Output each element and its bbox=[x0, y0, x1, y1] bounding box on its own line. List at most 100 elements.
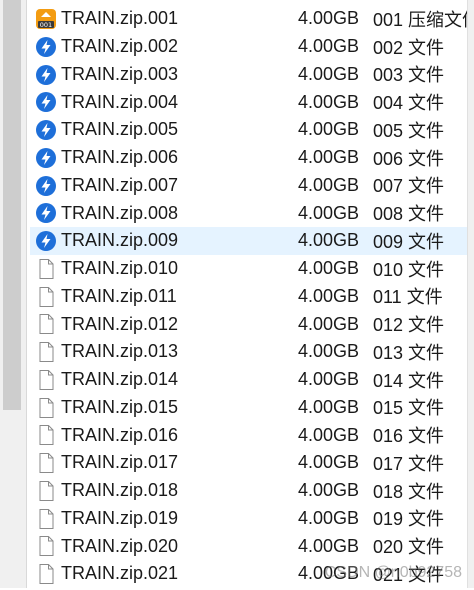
file-type: 016 文件 bbox=[373, 426, 445, 447]
file-name: TRAIN.zip.016 bbox=[61, 424, 179, 445]
blue-app-icon bbox=[35, 91, 57, 113]
file-size: 4.00GB bbox=[298, 424, 360, 445]
file-type: 010 文件 bbox=[373, 259, 445, 280]
blank-file-icon bbox=[35, 369, 57, 391]
file-name: TRAIN.zip.002 bbox=[61, 36, 179, 57]
blank-file-icon bbox=[35, 563, 57, 585]
blank-file-icon bbox=[35, 397, 57, 419]
blank-file-icon bbox=[35, 258, 57, 280]
file-type: 020 文件 bbox=[373, 537, 445, 558]
file-size: 4.00GB bbox=[298, 480, 360, 501]
file-type: 009 文件 bbox=[373, 231, 445, 252]
file-type: 013 文件 bbox=[373, 342, 445, 363]
file-size: 4.00GB bbox=[298, 63, 360, 84]
file-name: TRAIN.zip.006 bbox=[61, 147, 179, 168]
blue-app-icon bbox=[35, 175, 57, 197]
blank-file-icon bbox=[35, 480, 57, 502]
blue-app-icon bbox=[35, 230, 57, 252]
blank-file-icon bbox=[35, 508, 57, 530]
file-row[interactable]: TRAIN.zip.020 4.00GB 020 文件 bbox=[30, 532, 468, 560]
file-size: 4.00GB bbox=[298, 369, 360, 390]
file-type: 001 压缩文件 bbox=[373, 9, 468, 30]
file-name: TRAIN.zip.001 bbox=[61, 8, 179, 29]
file-size: 4.00GB bbox=[298, 285, 360, 306]
file-size: 4.00GB bbox=[298, 230, 360, 251]
file-row[interactable]: TRAIN.zip.016 4.00GB 016 文件 bbox=[30, 421, 468, 449]
left-pane-scrollbar[interactable] bbox=[0, 0, 27, 588]
file-type: 002 文件 bbox=[373, 37, 445, 58]
file-name: TRAIN.zip.021 bbox=[61, 563, 179, 584]
file-size: 4.00GB bbox=[298, 91, 360, 112]
file-name: TRAIN.zip.018 bbox=[61, 480, 179, 501]
file-name: TRAIN.zip.014 bbox=[61, 369, 179, 390]
file-row[interactable]: TRAIN.zip.018 4.00GB 018 文件 bbox=[30, 477, 468, 505]
file-row[interactable]: TRAIN.zip.015 4.00GB 015 文件 bbox=[30, 394, 468, 422]
file-row[interactable]: TRAIN.zip.008 4.00GB 008 文件 bbox=[30, 199, 468, 227]
file-name: TRAIN.zip.008 bbox=[61, 202, 179, 223]
archive-badge-label: 001 bbox=[40, 21, 52, 29]
file-size: 4.00GB bbox=[298, 119, 360, 140]
file-row[interactable]: TRAIN.zip.006 4.00GB 006 文件 bbox=[30, 144, 468, 172]
file-type: 003 文件 bbox=[373, 65, 445, 86]
file-size: 4.00GB bbox=[298, 147, 360, 168]
blue-app-icon bbox=[35, 36, 57, 58]
file-row[interactable]: TRAIN.zip.013 4.00GB 013 文件 bbox=[30, 338, 468, 366]
file-row[interactable]: TRAIN.zip.017 4.00GB 017 文件 bbox=[30, 449, 468, 477]
file-name: TRAIN.zip.013 bbox=[61, 341, 179, 362]
file-name: TRAIN.zip.015 bbox=[61, 396, 179, 417]
file-size: 4.00GB bbox=[298, 202, 360, 223]
blank-file-icon bbox=[35, 313, 57, 335]
right-edge-scrollbar[interactable] bbox=[467, 0, 474, 588]
file-size: 4.00GB bbox=[298, 258, 360, 279]
file-type: 006 文件 bbox=[373, 148, 445, 169]
file-type: 004 文件 bbox=[373, 93, 445, 114]
blue-app-icon bbox=[35, 202, 57, 224]
watermark: CSDN @n0b92758 bbox=[324, 564, 462, 581]
blank-file-icon bbox=[35, 452, 57, 474]
file-name: TRAIN.zip.003 bbox=[61, 63, 179, 84]
scrollbar-thumb[interactable] bbox=[3, 0, 21, 410]
file-type: 011 文件 bbox=[373, 287, 443, 308]
file-type: 014 文件 bbox=[373, 370, 445, 391]
archive-icon: 001 bbox=[35, 8, 57, 30]
file-row[interactable]: TRAIN.zip.005 4.00GB 005 文件 bbox=[30, 116, 468, 144]
file-name: TRAIN.zip.009 bbox=[61, 230, 179, 251]
file-row[interactable]: TRAIN.zip.019 4.00GB 019 文件 bbox=[30, 505, 468, 533]
file-name: TRAIN.zip.020 bbox=[61, 535, 179, 556]
file-type: 017 文件 bbox=[373, 453, 445, 474]
file-row[interactable]: TRAIN.zip.014 4.00GB 014 文件 bbox=[30, 366, 468, 394]
file-type: 012 文件 bbox=[373, 315, 445, 336]
file-name: TRAIN.zip.005 bbox=[61, 119, 179, 140]
file-type: 005 文件 bbox=[373, 120, 445, 141]
file-type: 008 文件 bbox=[373, 204, 445, 225]
blank-file-icon bbox=[35, 341, 57, 363]
file-size: 4.00GB bbox=[298, 36, 360, 57]
file-type: 018 文件 bbox=[373, 481, 445, 502]
file-name: TRAIN.zip.004 bbox=[61, 91, 179, 112]
blue-app-icon bbox=[35, 64, 57, 86]
file-row[interactable]: TRAIN.zip.002 4.00GB 002 文件 bbox=[30, 33, 468, 61]
file-size: 4.00GB bbox=[298, 313, 360, 334]
file-type: 007 文件 bbox=[373, 176, 445, 197]
file-row[interactable]: TRAIN.zip.004 4.00GB 004 文件 bbox=[30, 88, 468, 116]
file-name: TRAIN.zip.017 bbox=[61, 452, 179, 473]
blue-app-icon bbox=[35, 119, 57, 141]
file-size: 4.00GB bbox=[298, 396, 360, 417]
file-size: 4.00GB bbox=[298, 8, 360, 29]
file-row[interactable]: TRAIN.zip.003 4.00GB 003 文件 bbox=[30, 61, 468, 89]
blank-file-icon bbox=[35, 535, 57, 557]
file-name: TRAIN.zip.012 bbox=[61, 313, 179, 334]
file-row[interactable]: TRAIN.zip.012 4.00GB 012 文件 bbox=[30, 310, 468, 338]
file-row[interactable]: TRAIN.zip.010 4.00GB 010 文件 bbox=[30, 255, 468, 283]
file-row[interactable]: TRAIN.zip.009 4.00GB 009 文件 bbox=[30, 227, 468, 255]
blank-file-icon bbox=[35, 286, 57, 308]
file-row[interactable]: 001 TRAIN.zip.001 4.00GB 001 压缩文件 bbox=[30, 5, 468, 33]
file-size: 4.00GB bbox=[298, 341, 360, 362]
file-size: 4.00GB bbox=[298, 174, 360, 195]
file-name: TRAIN.zip.011 bbox=[61, 285, 177, 306]
file-size: 4.00GB bbox=[298, 535, 360, 556]
blank-file-icon bbox=[35, 424, 57, 446]
file-row[interactable]: TRAIN.zip.007 4.00GB 007 文件 bbox=[30, 172, 468, 200]
file-type: 019 文件 bbox=[373, 509, 445, 530]
file-row[interactable]: TRAIN.zip.011 4.00GB 011 文件 bbox=[30, 283, 468, 311]
